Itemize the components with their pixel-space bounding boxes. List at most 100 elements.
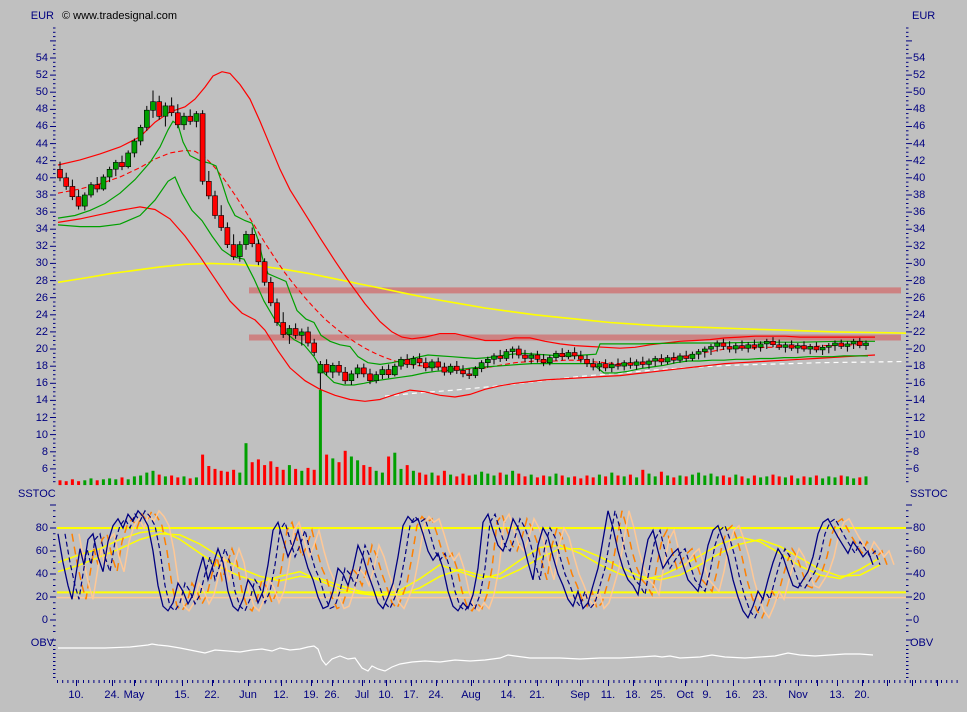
volume-bar: [375, 471, 378, 485]
volume-bar: [579, 478, 582, 485]
candle: [151, 102, 156, 111]
candle: [833, 343, 838, 346]
candle: [535, 355, 540, 359]
candle: [355, 368, 360, 374]
time-axis-label: 15.: [167, 689, 197, 701]
candle: [337, 365, 342, 372]
price-tick-label-right: 30: [913, 257, 925, 269]
candle: [659, 359, 664, 362]
volume-bar: [586, 476, 589, 486]
volume-bar: [592, 477, 595, 485]
candle: [64, 178, 69, 187]
volume-bar: [524, 476, 527, 485]
candle: [461, 370, 466, 373]
candle: [795, 346, 800, 349]
price-tick-label-left: 44: [22, 138, 48, 150]
price-tick-label-right: 36: [913, 206, 925, 218]
candle: [231, 245, 236, 257]
candle: [225, 228, 230, 245]
candle: [485, 359, 490, 362]
candle: [423, 363, 428, 368]
volume-bar: [790, 476, 793, 486]
volume-bar: [815, 476, 818, 486]
volume-bar: [753, 476, 756, 486]
candle: [665, 358, 670, 362]
candle: [603, 364, 608, 368]
sstoc-tick-label-right: 0: [913, 614, 919, 626]
volume-bar: [65, 481, 68, 485]
volume-bar: [455, 476, 458, 485]
volume-bar: [437, 476, 440, 486]
candle: [585, 359, 590, 363]
volume-bar: [648, 474, 651, 485]
time-axis-label: 22.: [197, 689, 227, 701]
obv-panel-label-left: OBV: [18, 637, 54, 649]
price-tick-label-left: 16: [22, 377, 48, 389]
candle: [256, 244, 261, 262]
candle: [368, 374, 373, 381]
time-axis-label: 12.: [266, 689, 296, 701]
price-tick-label-left: 18: [22, 360, 48, 372]
candle: [237, 245, 242, 257]
candle: [113, 162, 118, 169]
sstoc-tick-label-left: 80: [22, 522, 48, 534]
volume-bar: [493, 476, 496, 486]
volume-bar: [759, 477, 762, 485]
candle: [771, 341, 776, 344]
candle: [653, 359, 658, 362]
candle: [120, 162, 125, 166]
volume-bar: [809, 477, 812, 485]
volume-bar: [152, 471, 155, 485]
candle: [182, 116, 187, 125]
volume-bar: [555, 474, 558, 485]
volume-bar: [400, 469, 403, 485]
candle: [430, 362, 435, 368]
candle: [399, 359, 404, 366]
volume-bar: [784, 477, 787, 485]
volume-bar: [220, 471, 223, 485]
volume-bar: [170, 476, 173, 486]
sstoc-tick-label-right: 40: [913, 568, 925, 580]
time-axis-label: 26.: [317, 689, 347, 701]
candle: [752, 345, 757, 348]
volume-bar: [703, 476, 706, 486]
volume-bar: [338, 462, 341, 485]
volume-bar: [834, 477, 837, 485]
candle: [820, 347, 825, 350]
price-tick-label-left: 24: [22, 309, 48, 321]
volume-bar: [77, 481, 80, 485]
candle: [330, 365, 335, 372]
candle: [405, 359, 410, 364]
chart-canvas[interactable]: [0, 0, 967, 712]
obv-panel-label-right: OBV: [910, 637, 933, 649]
candle: [163, 106, 168, 116]
time-axis-label: Nov: [783, 689, 813, 701]
candle: [200, 114, 205, 182]
candle: [144, 110, 149, 127]
volume-bar: [716, 476, 719, 485]
candle: [386, 370, 391, 375]
volume-bar: [381, 473, 384, 485]
volume-bar: [245, 443, 248, 485]
candle: [287, 329, 292, 335]
candle: [628, 363, 633, 366]
volume-bar: [610, 473, 613, 485]
volume-bar: [114, 479, 117, 485]
volume-bar: [226, 472, 229, 485]
candle: [101, 177, 106, 189]
volume-bar: [449, 475, 452, 485]
volume-bar: [164, 476, 167, 485]
price-tick-label-right: 46: [913, 120, 925, 132]
volume-bar: [108, 478, 111, 485]
candle: [746, 345, 751, 348]
price-tick-label-right: 38: [913, 189, 925, 201]
volume-bar: [263, 465, 266, 485]
volume-bar: [778, 476, 781, 485]
candle: [89, 185, 94, 195]
price-tick-label-right: 12: [913, 412, 925, 424]
volume-bar: [821, 478, 824, 485]
volume-bar: [214, 469, 217, 485]
candle: [361, 368, 366, 374]
candle: [126, 153, 131, 167]
price-tick-label-right: 24: [913, 309, 925, 321]
